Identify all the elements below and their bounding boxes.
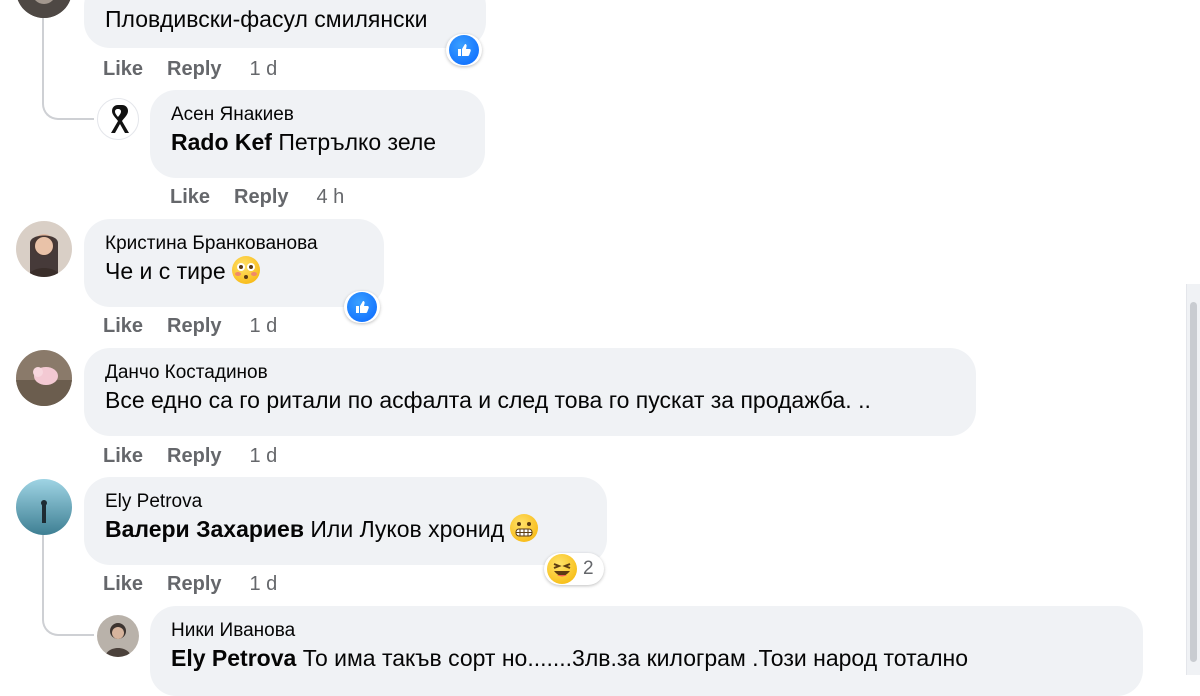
avatar[interactable] [16,221,72,277]
comment-body: Петрълко зеле [278,129,437,155]
like-reaction-icon [347,292,377,322]
comment-timestamp[interactable]: 1 d [250,58,278,81]
comment-author[interactable]: Ely Petrova [105,490,585,514]
comment-text: Все едно са го ритали по асфалта и след … [105,387,871,413]
scrollbar[interactable] [1186,284,1200,675]
comment-bubble: Пловдивски-фасул смилянски [84,0,486,48]
tagged-name[interactable]: Ely Petrova [171,645,296,671]
like-button[interactable]: Like [103,573,143,596]
comment-actions: Like Reply 1 d [103,58,301,81]
reaction-summary[interactable] [344,291,380,323]
comment-bubble: Ely Petrova Валери Захариев Или Луков хр… [84,477,607,565]
comment-timestamp[interactable]: 1 d [250,573,278,596]
comment-actions: Like Reply 1 d [103,445,301,468]
comment-bubble: Данчо Костадинов Все едно са го ритали п… [84,348,976,436]
comment-timestamp[interactable]: 1 d [250,315,278,338]
comment-text: Пловдивски-фасул смилянски [105,6,428,32]
reply-button[interactable]: Reply [234,186,288,209]
avatar[interactable] [97,98,139,140]
avatar[interactable] [97,615,139,657]
grimacing-face-emoji-icon [510,514,539,542]
comment-text: Rado Kef Петрълко зеле [171,127,463,157]
avatar[interactable] [16,350,72,406]
haha-reaction-icon [547,554,577,584]
comment-author[interactable]: Асен Янакиев [171,103,463,127]
tagged-name[interactable]: Валери Захариев [105,516,304,542]
reply-button[interactable]: Reply [167,315,221,338]
reaction-summary[interactable]: 2 [544,553,604,585]
comment-bubble: Ники Иванова Ely Petrova То има такъв со… [150,606,1143,696]
comment-text: Ely Petrova То има такъв сорт но.......3… [171,643,1121,673]
comment-text: Че и с тире [105,256,362,286]
comment-author[interactable]: Ники Иванова [171,619,1121,643]
comment-actions: Like Reply 1 d [103,573,301,596]
comment-author[interactable]: Данчо Костадинов [105,361,954,385]
avatar-image [16,479,72,535]
like-reaction-icon [449,35,479,65]
tagged-name[interactable]: Rado Kef [171,129,272,155]
reaction-count: 2 [583,558,594,579]
avatar-image [16,350,72,406]
like-button[interactable]: Like [103,315,143,338]
comment-bubble: Кристина Бранкованова Че и с тире [84,219,384,307]
reply-button[interactable]: Reply [167,573,221,596]
avatar-image [97,615,139,657]
avatar-image [16,221,72,277]
flushed-face-emoji-icon [231,256,260,284]
comment-body: Че и с тире [105,258,226,284]
reaction-summary[interactable] [446,34,482,66]
black-ribbon-icon [111,105,129,133]
like-button[interactable]: Like [170,186,210,209]
like-button[interactable]: Like [103,445,143,468]
comment-bubble: Асен Янакиев Rado Kef Петрълко зеле [150,90,485,178]
like-button[interactable]: Like [103,58,143,81]
scrollbar-thumb[interactable] [1190,302,1197,662]
comment-timestamp[interactable]: 4 h [317,186,345,209]
comment-author[interactable]: Кристина Бранкованова [105,232,362,256]
comment-text: Валери Захариев Или Луков хронид [105,514,585,544]
comment-body: Или Луков хронид [310,516,505,542]
avatar[interactable] [16,479,72,535]
reply-button[interactable]: Reply [167,445,221,468]
comment-actions: Like Reply 4 h [170,186,368,209]
comment-timestamp[interactable]: 1 d [250,445,278,468]
comment-actions: Like Reply 1 d [103,315,301,338]
reply-button[interactable]: Reply [167,58,221,81]
comment-body: То има такъв сорт но.......3лв.за килогр… [302,645,969,671]
